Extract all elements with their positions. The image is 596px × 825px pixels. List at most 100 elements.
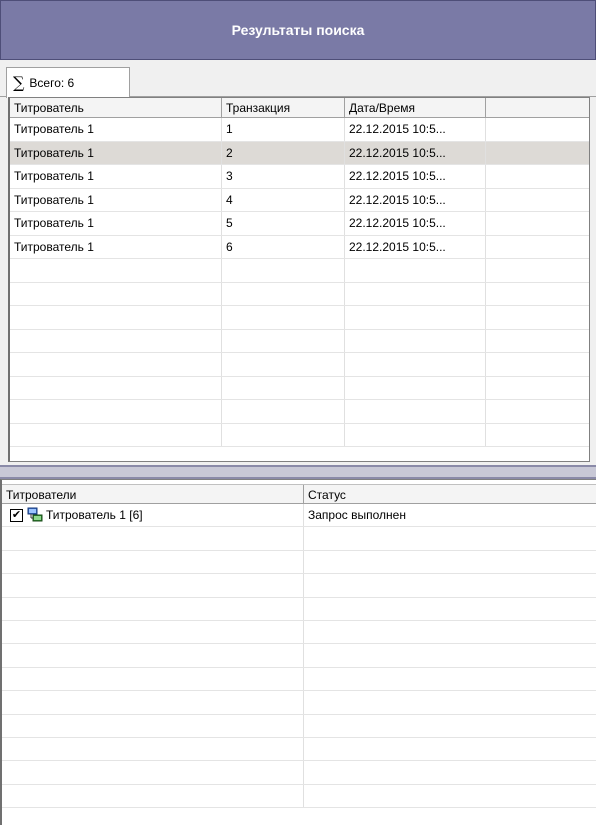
table-row[interactable]: Титрователь 1 6 22.12.2015 10:5... [10,235,589,259]
cell-datetime [345,259,486,282]
cell-extra [486,118,589,141]
cell-extra [486,306,589,329]
table-row[interactable]: Титрователь 1 4 22.12.2015 10:5... [10,188,589,212]
cell-titrator-name [2,644,304,667]
titrator-device-icon [27,507,43,522]
cell-status: Запрос выполнен [308,508,406,523]
cell-titrator [10,353,222,376]
results-table[interactable]: Титрователь Транзакция Дата/Время Титров… [8,97,590,462]
cell-titrator: Титрователь 1 [10,141,222,164]
tab-total-label: Всего: 6 [29,76,75,90]
list-item[interactable] [2,527,596,551]
cell-status [304,574,596,596]
cell-extra [486,424,589,447]
list-item[interactable] [2,597,596,621]
table-row[interactable]: Титрователь 1 2 22.12.2015 10:5... [10,141,589,165]
column-header-datetime[interactable]: Дата/Время [345,98,486,118]
column-header-status[interactable]: Статус [304,485,596,505]
checkbox[interactable]: ✔ [10,508,23,522]
results-table-body: Титрователь 1 1 22.12.2015 10:5... Титроват… [10,118,589,447]
panel-splitter[interactable] [0,465,596,479]
cell-transaction: 5 [222,212,345,235]
table-row[interactable]: Титрователь 1 1 22.12.2015 10:5... [10,118,589,142]
cell-titrator: Титрователь 1 [10,212,222,235]
cell-titrator-name [2,737,304,761]
cell-datetime [345,423,486,446]
cell-titrator: Титрователь 1 [10,118,222,141]
tab-strip: ∑ Всего: 6 [0,60,596,98]
cell-transaction [222,306,345,329]
window-title: Результаты поиска [231,22,365,38]
cell-titrator: Титрователь 1 [10,165,222,188]
table-row[interactable] [10,329,589,353]
cell-titrator [10,400,222,423]
cell-transaction [222,259,345,282]
column-header-empty[interactable] [486,98,589,118]
cell-extra [486,212,589,235]
cell-datetime: 22.12.2015 10:5... [345,165,486,188]
cell-titrator [10,259,222,282]
column-header-titrators[interactable]: Титрователи [2,485,304,505]
table-row[interactable] [10,282,589,306]
cell-titrator-name [2,784,304,808]
table-row[interactable] [10,423,589,447]
list-item[interactable] [2,644,596,668]
cell-extra [486,353,589,376]
column-header-titrator[interactable]: Титрователь [10,98,222,118]
cell-datetime: 22.12.2015 10:5... [345,141,486,164]
cell-transaction: 1 [222,118,345,141]
cell-transaction [222,423,345,446]
cell-transaction: 2 [222,141,345,164]
cell-transaction [222,329,345,352]
table-row[interactable] [10,306,589,330]
cell-titrator: Титрователь 1 [10,235,222,258]
cell-titrator-name [2,574,304,597]
cell-status [304,527,596,549]
list-item[interactable] [2,574,596,598]
table-row[interactable]: Титрователь 1 5 22.12.2015 10:5... [10,212,589,236]
table-row[interactable] [10,376,589,400]
cell-datetime [345,353,486,376]
cell-status [304,691,596,713]
column-header-transaction[interactable]: Транзакция [222,98,345,118]
cell-transaction [222,376,345,399]
cell-status [304,644,596,666]
list-item[interactable] [2,667,596,692]
list-item[interactable] [2,714,596,738]
cell-transaction: 6 [222,235,345,258]
cell-titrator-name [2,714,304,737]
tab-total[interactable]: ∑ Всего: 6 [6,67,130,98]
cell-titrator-name [2,550,304,574]
cell-transaction: 4 [222,188,345,211]
list-item[interactable]: ✔ Титрователь 1 [6] Запрос выполнен [2,504,596,528]
cell-titrator: Титрователь 1 [10,188,222,211]
cell-status [304,621,596,643]
cell-extra [486,283,589,306]
list-item[interactable] [2,550,596,575]
cell-titrator-name [2,620,304,644]
cell-extra [486,377,589,400]
cell-extra [486,142,589,165]
list-item[interactable] [2,691,596,715]
cell-titrator [10,306,222,329]
cell-extra [486,259,589,282]
cell-status [304,668,596,690]
table-row[interactable]: Титрователь 1 3 22.12.2015 10:5... [10,165,589,189]
cell-datetime [345,282,486,305]
cell-datetime: 22.12.2015 10:5... [345,235,486,258]
table-row[interactable] [10,400,589,424]
list-item[interactable] [2,620,596,645]
list-item[interactable] [2,737,596,762]
cell-status [304,738,596,760]
titrator-name-label: Титрователь 1 [6] [46,508,143,523]
cell-extra [486,189,589,212]
cell-datetime: 22.12.2015 10:5... [345,188,486,211]
results-table-header: Титрователь Транзакция Дата/Время [10,98,589,118]
cell-extra [486,236,589,259]
table-row[interactable] [10,353,589,377]
results-panel: ∑ Всего: 6 Титрователь Транзакция Дата/В… [0,60,596,465]
table-row[interactable] [10,259,589,283]
list-item[interactable] [2,784,596,809]
cell-transaction [222,400,345,423]
list-item[interactable] [2,761,596,785]
